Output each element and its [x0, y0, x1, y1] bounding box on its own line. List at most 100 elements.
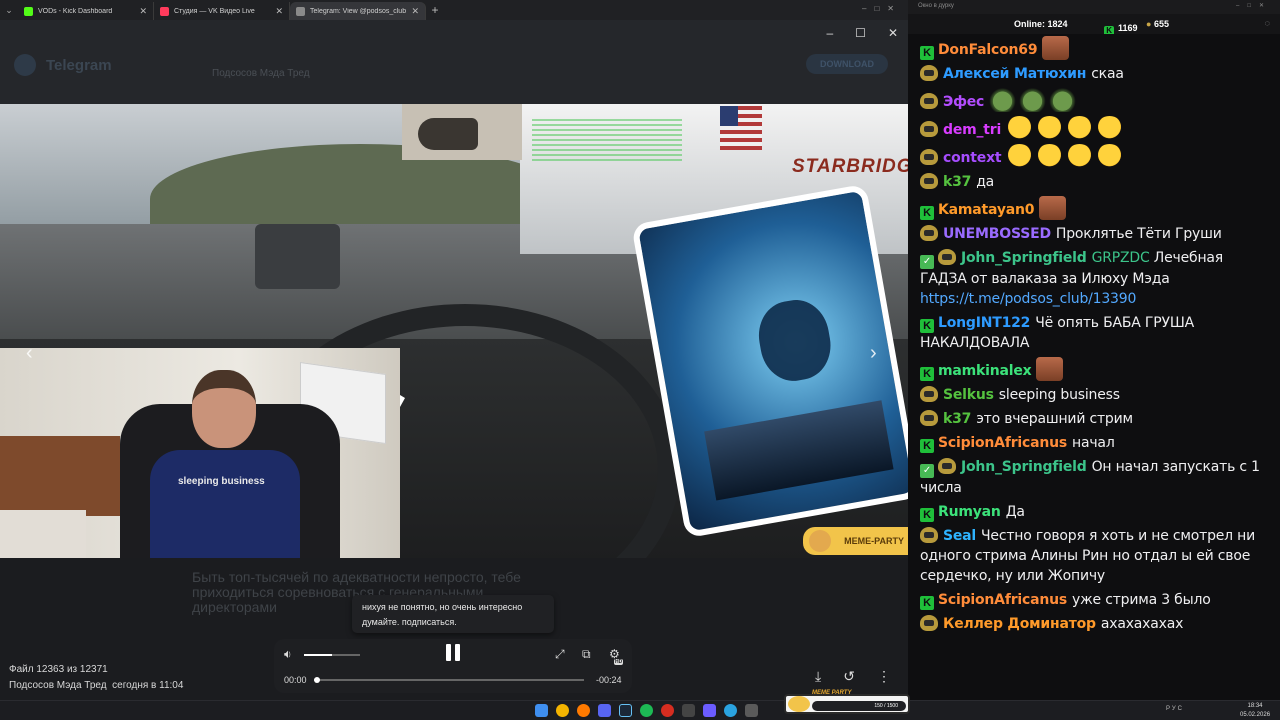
tooltip-line-2: думайте. подписаться.	[362, 617, 457, 627]
telegram-icon[interactable]	[724, 704, 737, 717]
tab-list-chevron-icon[interactable]: ⌄	[0, 0, 18, 20]
chat-username[interactable]: Rumyan	[938, 504, 1001, 520]
twitch-count: 655	[1153, 19, 1169, 29]
us-flag-icon	[720, 106, 762, 150]
subscriber-badge-icon	[920, 225, 938, 241]
face-emote-icon	[1039, 196, 1067, 220]
chat-text: уже стрима 3 было	[1072, 592, 1211, 608]
laugh-emote-icon	[1036, 144, 1064, 168]
chat-username[interactable]: context	[943, 150, 1002, 166]
chat-text: да	[976, 174, 995, 190]
tray-lang[interactable]: РУС	[1166, 706, 1184, 712]
tab-favicon-icon	[24, 6, 33, 16]
picture-in-picture-icon[interactable]: ⧉	[582, 647, 591, 662]
laugh-emote-icon	[1066, 144, 1094, 168]
kick-badge-icon: K	[920, 206, 934, 220]
fullscreen-icon[interactable]: ⤢	[555, 647, 565, 662]
chat-username[interactable]: Kamatayan0	[938, 202, 1035, 218]
obs-icon[interactable]	[661, 704, 674, 717]
minimize-icon[interactable]: –	[826, 26, 833, 40]
tab-close-icon[interactable]: ✕	[275, 6, 283, 17]
kick-badge-icon: K	[920, 46, 934, 60]
subscriber-badge-icon	[920, 615, 938, 631]
chat-username[interactable]: Selkus	[943, 387, 994, 403]
chrome-icon[interactable]	[556, 704, 569, 717]
new-tab-button[interactable]: +	[426, 3, 444, 17]
chat-username[interactable]: ScipionAfricanus	[938, 592, 1067, 608]
chat-username[interactable]: mamkinalex	[938, 363, 1032, 379]
chat-username[interactable]: John_Springfield	[961, 250, 1087, 266]
download-icon[interactable]: ⤓	[815, 668, 821, 685]
telegram-header-dimmed: Telegram Подсосов Мэда Тред DOWNLOAD	[0, 20, 908, 104]
firefox-icon[interactable]	[577, 704, 590, 717]
chat-message: K ScipionAfricanus уже стрима 3 было	[920, 588, 1272, 612]
chat-text: скаа	[1091, 66, 1124, 82]
chat-message: Seal Честно говоря я хоть и не смотрел ни…	[920, 524, 1272, 588]
system-clock[interactable]: 18:34 05.02.2026	[1240, 702, 1270, 720]
chat-username[interactable]: dem_tri	[943, 122, 1001, 138]
volume-level	[304, 654, 332, 656]
player-app-icon[interactable]	[703, 704, 716, 717]
chat-username[interactable]: Seal	[943, 528, 976, 544]
chat-username[interactable]: DonFalcon69	[938, 42, 1038, 58]
browser-tab[interactable]: Telegram: View @podsos_club ✕	[290, 2, 426, 20]
subscriber-badge-icon	[920, 93, 938, 109]
tab-close-icon[interactable]: ✕	[139, 6, 147, 17]
seek-handle[interactable]	[314, 677, 320, 683]
chat-message: Келлер Доминатор ахахахахах	[920, 612, 1272, 636]
chat-message: K Kamatayan0	[920, 194, 1272, 222]
download-app-button[interactable]: DOWNLOAD	[806, 54, 888, 74]
misc-app-icon[interactable]	[745, 704, 758, 717]
pause-button[interactable]	[446, 644, 460, 662]
browser-tab[interactable]: VODs - Kick Dashboard ✕	[18, 2, 154, 20]
chat-text: это вчерашний стрим	[976, 411, 1133, 427]
discord-icon[interactable]	[598, 704, 611, 717]
app-icon[interactable]	[682, 704, 695, 717]
chat-text: ахахахахах	[1100, 616, 1184, 632]
hd-badge: HD	[614, 659, 624, 665]
chat-username[interactable]: ScipionAfricanus	[938, 435, 1067, 451]
volume-icon[interactable]: 🔉︎	[284, 647, 292, 662]
online-counter: Online: 1824	[1014, 19, 1068, 29]
file-author[interactable]: Подсосов Мэда Тред	[9, 680, 107, 691]
chat-username[interactable]: Келлер Доминатор	[943, 616, 1096, 632]
chat-username[interactable]: Алексей Матюхин	[943, 66, 1086, 82]
laugh-emote-icon	[1006, 144, 1034, 168]
rotate-icon[interactable]: ↺	[843, 668, 855, 685]
chat-settings-icon[interactable]: ◌	[1265, 18, 1270, 28]
chat-username[interactable]: k37	[943, 174, 971, 190]
chat-text: Да	[1005, 504, 1025, 520]
webcam-shirt: sleeping business	[150, 450, 300, 558]
pepe-emote-icon	[1019, 88, 1047, 112]
maximize-icon[interactable]: ☐	[855, 26, 866, 40]
chevron-left-icon[interactable]: ‹	[26, 342, 33, 365]
start-menu-icon[interactable]	[535, 704, 548, 717]
chat-username[interactable]: Эфес	[943, 94, 984, 110]
browser-tab[interactable]: Студия — VK Видео Live ✕	[154, 2, 290, 20]
volume-slider[interactable]	[304, 654, 360, 656]
steam-icon[interactable]	[619, 704, 632, 717]
video-frame[interactable]: STARBRIDGE sleeping business MEME-PARTY	[0, 104, 908, 558]
chat-username[interactable]: John_Springfield	[961, 459, 1087, 475]
pause-bar-left	[446, 644, 451, 661]
chat-window-controls[interactable]: –□✕	[1236, 2, 1272, 9]
caption-tooltip: нихуя не понятно, но очень интересно дум…	[352, 595, 554, 633]
chat-username[interactable]: k37	[943, 411, 971, 427]
tab-close-icon[interactable]: ✕	[411, 6, 419, 17]
webcam-person: sleeping business	[150, 370, 300, 558]
more-menu-icon[interactable]: ⋮	[877, 668, 891, 685]
spotify-icon[interactable]	[640, 704, 653, 717]
face-emote-icon	[1036, 357, 1064, 381]
chat-stats-bar: Online: 1824 K 1169 ● 655 ◌	[908, 14, 1280, 36]
chat-username[interactable]: UNEMBOSSED	[943, 226, 1051, 242]
close-icon[interactable]: ✕	[888, 26, 898, 40]
seek-bar[interactable]	[314, 677, 584, 683]
chevron-right-icon[interactable]: ›	[870, 342, 877, 365]
laugh-emote-icon	[1066, 116, 1094, 140]
chat-window-title: Окно в дурку	[918, 3, 954, 9]
clock-date: 05.02.2026	[1240, 712, 1271, 718]
chat-username[interactable]: LongINT122	[938, 315, 1030, 331]
chat-link[interactable]: https://t.me/podsos_club/13390	[920, 291, 1136, 307]
browser-window-controls[interactable]: –□✕	[862, 4, 902, 13]
meme-party-widget[interactable]: MEME PARTY 150 / 1500	[784, 690, 910, 714]
